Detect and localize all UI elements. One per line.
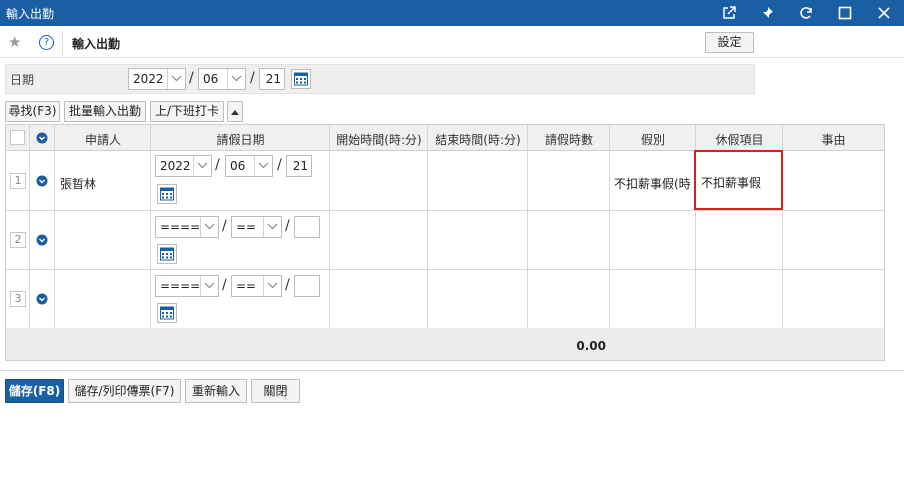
header-leave-type: 假別 bbox=[640, 133, 665, 147]
row-number: 3 bbox=[10, 291, 26, 307]
row-month-value: == bbox=[236, 220, 257, 234]
row-day-input[interactable] bbox=[294, 275, 320, 297]
download-icon[interactable] bbox=[36, 293, 48, 305]
leave-type-cell[interactable]: 不扣薪事假(時 bbox=[614, 175, 694, 192]
save-button[interactable]: 儲存(F8) bbox=[5, 379, 64, 403]
row-year-select[interactable]: ==== bbox=[155, 216, 219, 238]
chevron-down-icon bbox=[263, 217, 281, 237]
page-toolbar: ★ ? 輸入出勤 設定 bbox=[0, 27, 904, 58]
row-month-value: == bbox=[236, 279, 257, 293]
column-divider bbox=[29, 125, 30, 360]
maximize-icon[interactable] bbox=[826, 0, 864, 26]
chevron-down-icon bbox=[254, 156, 272, 176]
download-icon[interactable] bbox=[36, 234, 48, 246]
highlight-box bbox=[694, 150, 783, 210]
row-year-select[interactable]: 2022 bbox=[155, 155, 212, 177]
close-icon[interactable] bbox=[865, 0, 903, 26]
close-button[interactable]: 關閉 bbox=[251, 379, 300, 403]
row-month-value: 06 bbox=[230, 159, 246, 173]
download-icon[interactable] bbox=[36, 175, 48, 187]
totals-row: 0.00 bbox=[6, 328, 884, 360]
column-divider bbox=[54, 125, 55, 360]
download-icon[interactable] bbox=[36, 132, 48, 144]
row-year-value: ==== bbox=[160, 220, 201, 234]
chevron-down-icon bbox=[200, 217, 218, 237]
total-hours: 0.00 bbox=[576, 339, 606, 353]
row-day-input[interactable] bbox=[294, 216, 320, 238]
row-year-value: 2022 bbox=[160, 159, 191, 173]
calendar-icon[interactable] bbox=[157, 303, 177, 323]
calendar-icon[interactable] bbox=[291, 69, 311, 89]
date-filter: 日期 2022 / 06 / 21 bbox=[5, 64, 755, 94]
footer-divider bbox=[0, 370, 904, 371]
header-leave-item: 休假項目 bbox=[715, 133, 764, 147]
reenter-button[interactable]: 重新輸入 bbox=[185, 379, 247, 403]
open-external-icon[interactable] bbox=[710, 0, 748, 26]
punch-clock-button[interactable]: 上/下班打卡 bbox=[150, 101, 224, 122]
save-print-button[interactable]: 儲存/列印傳票(F7) bbox=[68, 379, 181, 403]
year-select[interactable]: 2022 bbox=[128, 68, 186, 90]
header-hours: 請假時數 bbox=[544, 133, 593, 147]
month-value: 06 bbox=[203, 72, 219, 86]
settings-button[interactable]: 設定 bbox=[705, 32, 754, 53]
page-title: 輸入出勤 bbox=[72, 37, 121, 51]
year-value: 2022 bbox=[133, 72, 164, 86]
chevron-down-icon bbox=[200, 276, 218, 296]
row-month-select[interactable]: == bbox=[231, 216, 282, 238]
window-title: 輸入出勤 bbox=[6, 7, 55, 21]
header-applicant: 申請人 bbox=[84, 133, 121, 147]
date-separator: / bbox=[285, 218, 290, 234]
chevron-down-icon bbox=[167, 69, 185, 89]
header-start-time: 開始時間(時:分) bbox=[336, 133, 422, 147]
column-divider bbox=[527, 125, 528, 360]
row-divider bbox=[6, 269, 884, 270]
date-separator: / bbox=[222, 218, 227, 234]
pin-icon[interactable] bbox=[748, 0, 786, 26]
column-divider bbox=[427, 125, 428, 360]
column-divider bbox=[609, 125, 610, 360]
chevron-down-icon bbox=[263, 276, 281, 296]
row-divider bbox=[6, 210, 884, 211]
date-separator: / bbox=[277, 157, 282, 173]
row-number: 1 bbox=[10, 173, 26, 189]
row-month-select[interactable]: == bbox=[231, 275, 282, 297]
refresh-icon[interactable] bbox=[787, 0, 825, 26]
chevron-down-icon bbox=[227, 69, 245, 89]
calendar-icon[interactable] bbox=[157, 184, 177, 204]
table-header: 申請人 請假日期 開始時間(時:分) 結束時間(時:分) 請假時數 假別 休假項… bbox=[6, 125, 884, 151]
toolbar-divider bbox=[62, 31, 63, 55]
chevron-down-icon bbox=[193, 156, 211, 176]
column-divider bbox=[329, 125, 330, 360]
date-separator: / bbox=[189, 70, 194, 86]
calendar-icon[interactable] bbox=[157, 244, 177, 264]
date-label: 日期 bbox=[10, 73, 35, 87]
column-divider bbox=[150, 125, 151, 360]
month-select[interactable]: 06 bbox=[198, 68, 246, 90]
batch-input-button[interactable]: 批量輸入出勤 bbox=[64, 101, 146, 122]
row-month-select[interactable]: 06 bbox=[225, 155, 273, 177]
date-separator: / bbox=[222, 277, 227, 293]
help-icon[interactable]: ? bbox=[39, 35, 54, 50]
favorite-star-icon[interactable]: ★ bbox=[8, 33, 21, 51]
date-separator: / bbox=[215, 157, 220, 173]
applicant-name: 張晢林 bbox=[60, 177, 97, 191]
date-separator: / bbox=[285, 277, 290, 293]
row-number: 2 bbox=[10, 232, 26, 248]
header-leave-date: 請假日期 bbox=[216, 133, 265, 147]
header-reason: 事由 bbox=[821, 133, 846, 147]
select-all-checkbox[interactable] bbox=[10, 130, 25, 145]
title-bar: 輸入出勤 bbox=[0, 0, 904, 26]
find-button[interactable]: 尋找(F3) bbox=[5, 101, 60, 122]
collapse-up-icon[interactable] bbox=[227, 101, 243, 122]
row-year-select[interactable]: ==== bbox=[155, 275, 219, 297]
date-separator: / bbox=[250, 70, 255, 86]
day-input[interactable]: 21 bbox=[259, 68, 285, 90]
row-day-input[interactable]: 21 bbox=[286, 155, 312, 177]
row-year-value: ==== bbox=[160, 279, 201, 293]
header-end-time: 結束時間(時:分) bbox=[435, 133, 521, 147]
